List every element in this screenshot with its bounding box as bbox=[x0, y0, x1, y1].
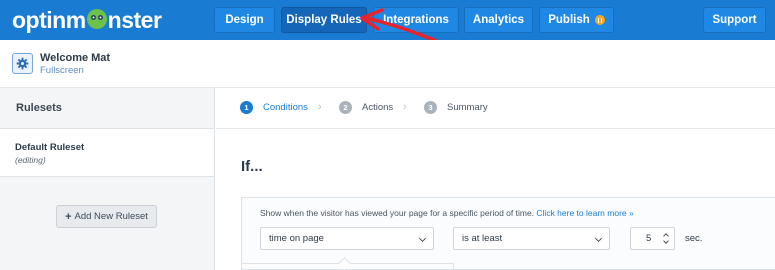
rule-description: Show when the visitor has viewed your pa… bbox=[260, 208, 634, 218]
condition-value: time on page bbox=[269, 233, 324, 244]
chevron-right-icon: › bbox=[318, 101, 322, 113]
add-ruleset-button[interactable]: + Add New Ruleset bbox=[56, 205, 157, 228]
nav-integrations-button[interactable]: Integrations bbox=[373, 7, 459, 33]
step-3-number: 3 bbox=[424, 101, 437, 114]
nav-publish-button[interactable]: Publish bbox=[539, 7, 614, 33]
nav-display-rules-button[interactable]: Display Rules bbox=[281, 7, 367, 33]
operator-select[interactable]: is at least bbox=[453, 227, 610, 250]
optinmonster-logo[interactable]: optinm nster bbox=[12, 6, 162, 34]
step-summary-tab[interactable]: Summary bbox=[447, 102, 488, 113]
sidebar-heading: Rulesets bbox=[0, 88, 214, 129]
divider bbox=[453, 263, 454, 270]
step-actions-tab[interactable]: Actions bbox=[362, 102, 393, 113]
campaign-header: Welcome Mat Fullscreen bbox=[0, 40, 775, 88]
duration-unit: sec. bbox=[685, 233, 703, 244]
top-nav-bar: optinm nster Design Display Rules Integra… bbox=[0, 0, 775, 40]
duration-value: 5 bbox=[646, 233, 652, 244]
chevron-right-icon: › bbox=[403, 101, 407, 113]
chevron-down-icon bbox=[594, 234, 603, 243]
steps-progress-bar: 1 Conditions › 2 Actions › 3 Summary bbox=[216, 88, 775, 129]
rule-description-text: Show when the visitor has viewed your pa… bbox=[260, 208, 535, 218]
decrement-arrow-icon[interactable] bbox=[663, 238, 669, 244]
add-ruleset-label: Add New Ruleset bbox=[74, 211, 148, 222]
campaign-type: Fullscreen bbox=[40, 65, 84, 76]
logo-text-right: nster bbox=[107, 6, 162, 33]
condition-select[interactable]: time on page bbox=[260, 227, 434, 250]
rulesets-sidebar: Rulesets Default Ruleset (editing) + Add… bbox=[0, 88, 215, 270]
step-1-number: 1 bbox=[240, 101, 253, 114]
campaign-name: Welcome Mat bbox=[40, 52, 111, 64]
nav-analytics-button[interactable]: Analytics bbox=[464, 7, 533, 33]
campaign-settings-button[interactable] bbox=[12, 53, 33, 74]
nav-display-rules-label: Display Rules bbox=[286, 14, 362, 26]
step-2-number: 2 bbox=[339, 101, 352, 114]
nav-support-label: Support bbox=[712, 14, 757, 26]
learn-more-link[interactable]: Click here to learn more » bbox=[536, 208, 633, 218]
step-conditions-tab[interactable]: Conditions bbox=[263, 102, 308, 113]
ruleset-item[interactable]: Default Ruleset (editing) bbox=[0, 129, 214, 177]
nav-integrations-label: Integrations bbox=[383, 14, 449, 26]
nav-design-label: Design bbox=[225, 14, 264, 26]
chevron-down-icon bbox=[418, 234, 427, 243]
ruleset-name: Default Ruleset bbox=[15, 142, 85, 153]
plus-icon: + bbox=[65, 210, 72, 223]
operator-value: is at least bbox=[462, 233, 503, 244]
nav-support-button[interactable]: Support bbox=[703, 7, 766, 33]
nav-design-button[interactable]: Design bbox=[214, 7, 275, 33]
logo-text-left: optinm bbox=[12, 6, 86, 33]
duration-stepper[interactable]: 5 bbox=[630, 227, 675, 250]
nav-publish-label: Publish bbox=[548, 14, 590, 26]
ruleset-state: (editing) bbox=[15, 155, 46, 165]
gear-icon bbox=[16, 57, 29, 70]
nav-analytics-label: Analytics bbox=[472, 14, 525, 26]
pause-icon bbox=[594, 15, 605, 25]
monster-mascot-icon bbox=[86, 9, 107, 29]
rule-heading: If... bbox=[241, 158, 263, 175]
